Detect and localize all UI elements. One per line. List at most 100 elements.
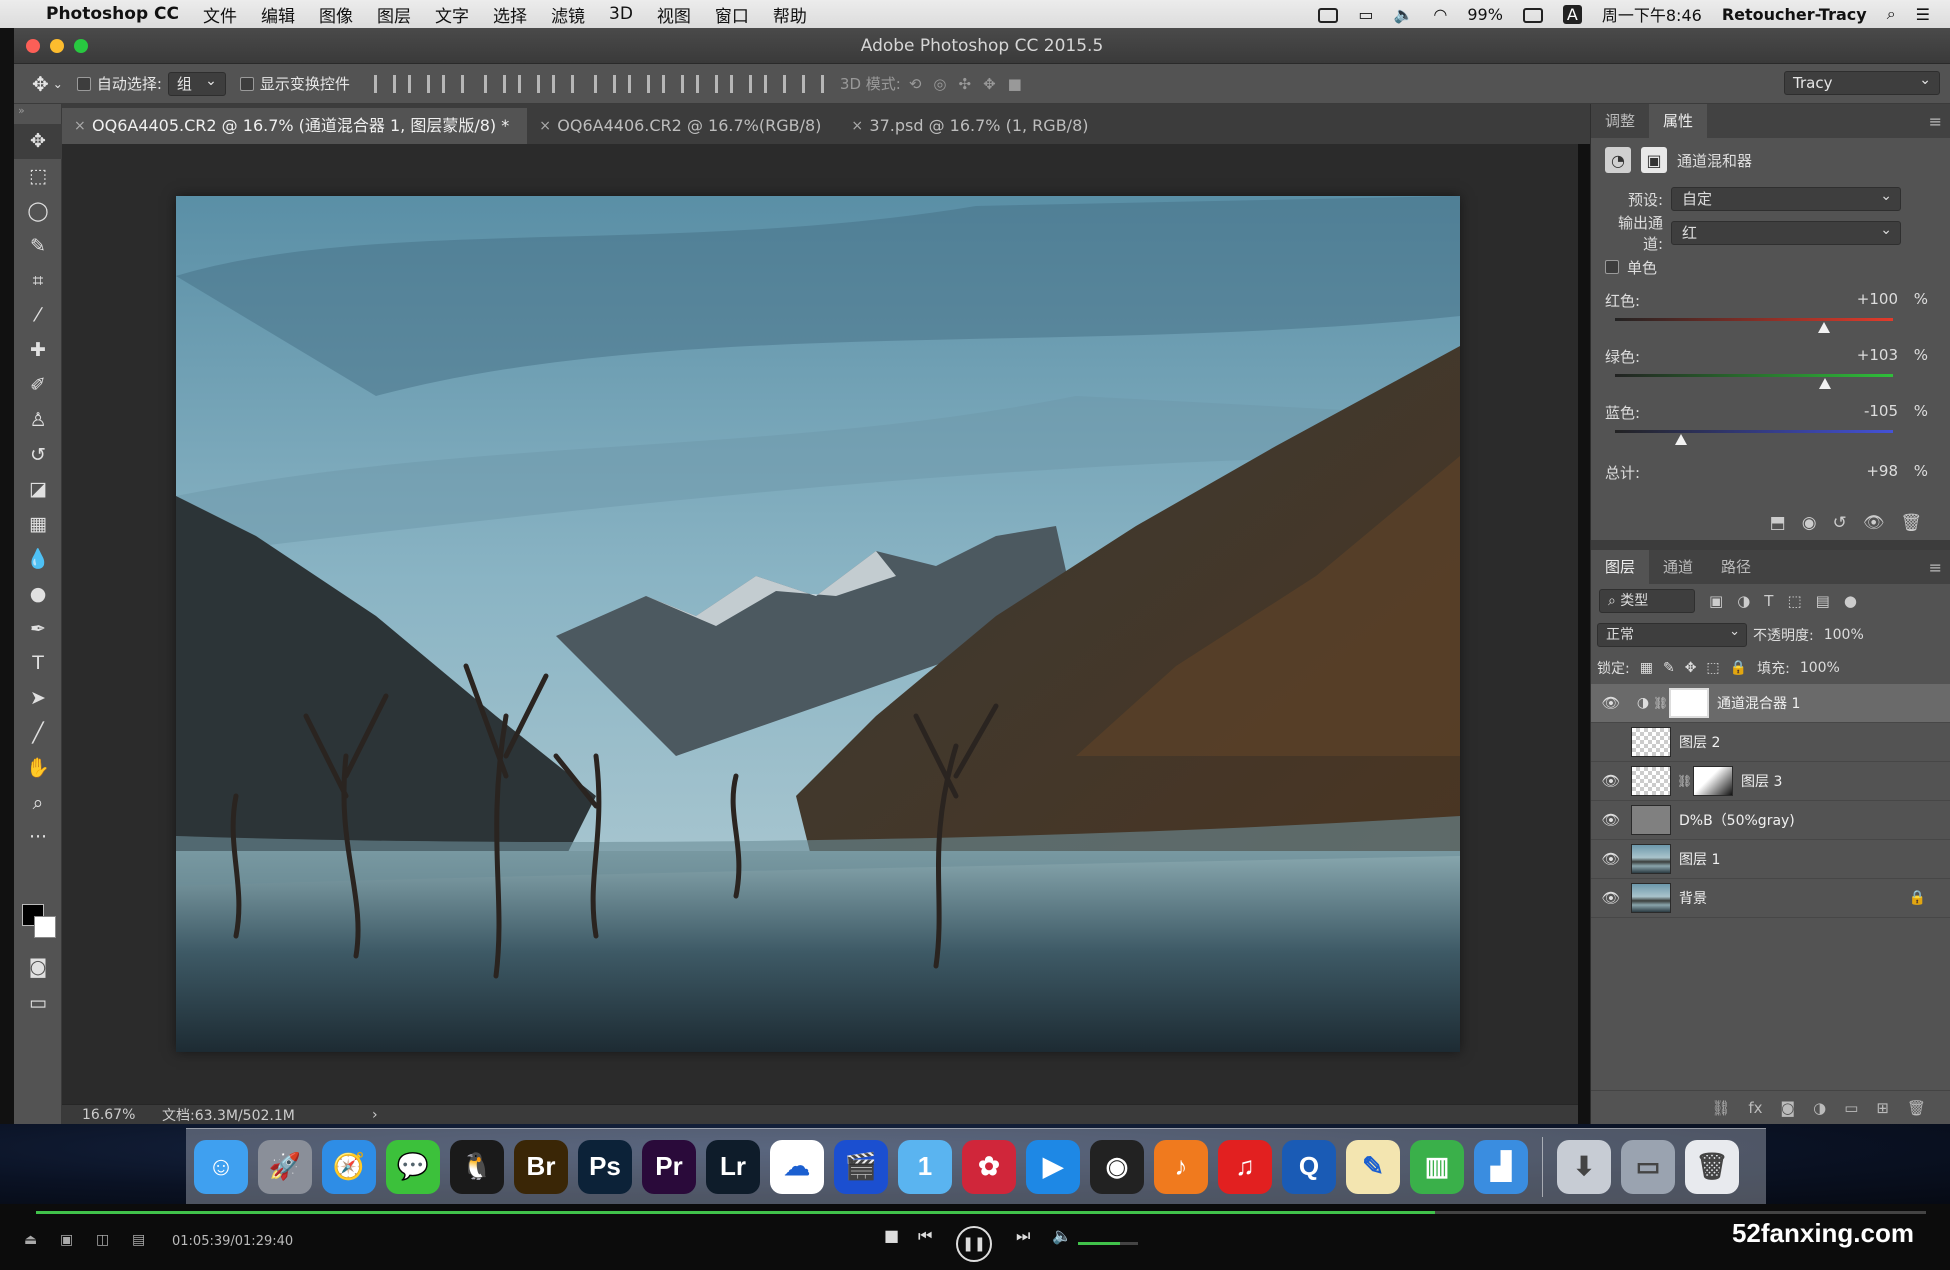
move-tool-icon[interactable]: ✥ — [14, 124, 62, 159]
blur-tool-icon[interactable]: 💧 — [14, 542, 62, 577]
screenshot-icon[interactable]: ◫ — [96, 1232, 109, 1248]
adjustment-icon[interactable]: ◔ — [1605, 147, 1631, 173]
layer-row[interactable]: 👁 图层 2 — [1591, 723, 1950, 762]
distribute-left-icon[interactable] — [695, 74, 718, 93]
crop-tool-icon[interactable]: ⌗ — [14, 263, 62, 298]
eraser-tool-icon[interactable]: ◪ — [14, 472, 62, 507]
lasso-tool-icon[interactable]: ◯ — [14, 194, 62, 229]
xiami-icon[interactable]: ♪ — [1154, 1139, 1208, 1194]
mask-icon[interactable]: ▣ — [1641, 147, 1667, 173]
distribute-bottom-icon[interactable] — [661, 74, 684, 93]
slider-thumb[interactable] — [1818, 378, 1831, 389]
volume-slider[interactable] — [1078, 1242, 1138, 1245]
path-select-tool-icon[interactable]: ➤ — [14, 681, 62, 716]
view-previous-icon[interactable]: ◉ — [1802, 513, 1817, 533]
layer-row[interactable]: 👁 图层 1 — [1591, 840, 1950, 879]
menu-layer[interactable]: 图层 — [377, 2, 411, 27]
visibility-eye-icon[interactable]: 👁 — [1591, 733, 1631, 751]
filter-toggle-icon[interactable]: ● — [1844, 592, 1857, 610]
input-method[interactable]: A — [1562, 4, 1582, 24]
background-color[interactable] — [34, 916, 56, 938]
brush-tool-icon[interactable]: ✐ — [14, 368, 62, 403]
filter-smart-object-icon[interactable]: ▤ — [1816, 592, 1830, 610]
preset-dropdown[interactable]: 自定 — [1671, 185, 1901, 211]
visibility-eye-icon[interactable]: 👁 — [1591, 811, 1631, 829]
blend-mode-dropdown[interactable]: 正常 — [1597, 621, 1747, 647]
layer-row[interactable]: 👁 ⛓ 图层 3 — [1591, 762, 1950, 801]
menu-filter[interactable]: 滤镜 — [551, 2, 585, 27]
qq-icon[interactable]: 🐧 — [450, 1139, 504, 1194]
layer-mask-thumbnail[interactable] — [1669, 688, 1709, 718]
3d-roll-icon[interactable]: ◎ — [933, 75, 946, 93]
output-channel-dropdown[interactable]: 红 — [1671, 219, 1901, 245]
align-bottom-icon[interactable] — [441, 74, 464, 93]
slider-track[interactable] — [1615, 374, 1893, 377]
opacity-input[interactable]: 100% — [1820, 624, 1884, 646]
lock-all-icon[interactable]: 🔒 — [1730, 660, 1747, 676]
screen-capture-icon[interactable]: ▭ — [1621, 1139, 1675, 1194]
lock-position-icon[interactable]: ✥ — [1685, 660, 1697, 676]
slider-value-input[interactable]: +100 — [1857, 290, 1898, 308]
downloads-folder-icon[interactable]: ⬇ — [1557, 1139, 1611, 1194]
panel-menu-icon[interactable]: ≡ — [1929, 558, 1942, 577]
quicktime-icon[interactable]: Q — [1282, 1139, 1336, 1194]
screen-record-icon[interactable] — [1318, 5, 1339, 24]
filter-adjustment-icon[interactable]: ◑ — [1737, 592, 1750, 610]
baidu-netdisk-icon[interactable]: ☁ — [770, 1139, 824, 1194]
status-menu-icon[interactable]: › — [372, 1107, 378, 1123]
hand-tool-icon[interactable]: ✋ — [14, 750, 62, 785]
close-tab-icon[interactable]: × — [539, 108, 551, 144]
tab-paths[interactable]: 路径 — [1707, 550, 1765, 584]
slider-value-input[interactable]: +103 — [1857, 346, 1898, 364]
eyedropper-tool-icon[interactable]: ⁄ — [14, 298, 62, 333]
slider-track[interactable] — [1615, 430, 1893, 433]
airplay-icon[interactable]: ▭ — [1358, 5, 1373, 24]
menu-type[interactable]: 文字 — [435, 2, 469, 27]
filter-type-icon[interactable]: T — [1764, 592, 1773, 610]
menu-file[interactable]: 文件 — [203, 2, 237, 27]
align-top-icon[interactable] — [373, 74, 396, 93]
new-group-icon[interactable]: ▭ — [1844, 1099, 1858, 1117]
auto-select-checkbox[interactable] — [76, 76, 91, 91]
delete-layer-icon[interactable]: 🗑 — [1907, 1099, 1926, 1117]
player-icon[interactable]: ▶ — [1026, 1139, 1080, 1194]
slider-thumb[interactable] — [1675, 434, 1688, 445]
next-icon[interactable]: ⏭ — [1016, 1226, 1030, 1246]
slider-value-input[interactable]: -105 — [1864, 402, 1898, 420]
layer-thumbnail[interactable] — [1631, 727, 1671, 757]
distribute-hcenter-icon[interactable] — [729, 74, 752, 93]
document-tab[interactable]: × 37.psd @ 16.7% (1, RGB/8) — [839, 108, 1106, 144]
gradient-tool-icon[interactable]: ▦ — [14, 507, 62, 542]
visibility-eye-icon[interactable]: 👁 — [1591, 772, 1631, 790]
distribute-right-icon[interactable] — [763, 74, 786, 93]
align-vcenter-icon[interactable] — [407, 74, 430, 93]
clock[interactable]: 周一下午8:46 — [1602, 2, 1702, 26]
workspace-dropdown[interactable]: Tracy — [1784, 69, 1940, 95]
auto-align-icon[interactable] — [801, 74, 824, 93]
new-layer-icon[interactable]: ⊞ — [1876, 1099, 1889, 1117]
keynote-icon[interactable]: ▟ — [1474, 1139, 1528, 1194]
tab-layers[interactable]: 图层 — [1591, 550, 1650, 584]
layer-row[interactable]: 👁 ◑ ⛓ 通道混合器 1 — [1591, 684, 1950, 723]
delete-adjustment-icon[interactable]: 🗑 — [1900, 513, 1922, 533]
launchpad-icon[interactable]: 🚀 — [258, 1139, 312, 1194]
type-tool-icon[interactable]: T — [14, 646, 62, 681]
clone-stamp-tool-icon[interactable]: ♙ — [14, 402, 62, 437]
landscape-photo[interactable] — [176, 196, 1460, 1052]
move-tool-preset-icon[interactable]: ✥ — [32, 72, 49, 96]
auto-select-dropdown[interactable]: 组 — [167, 70, 226, 96]
close-window-button[interactable] — [26, 39, 40, 53]
menu-image[interactable]: 图像 — [319, 2, 353, 27]
menu-edit[interactable]: 编辑 — [261, 2, 295, 27]
add-mask-icon[interactable]: ◙ — [1781, 1099, 1796, 1117]
new-adjustment-icon[interactable]: ◑ — [1813, 1099, 1826, 1117]
close-tab-icon[interactable]: × — [74, 108, 86, 144]
distribute-vcenter-icon[interactable] — [627, 74, 650, 93]
layer-row[interactable]: 👁 背景 🔒 — [1591, 879, 1950, 918]
quick-select-tool-icon[interactable]: ✎ — [14, 228, 62, 263]
align-left-icon[interactable] — [483, 74, 506, 93]
reset-icon[interactable]: ↺ — [1833, 513, 1847, 533]
menu-select[interactable]: 选择 — [493, 2, 527, 27]
tab-channels[interactable]: 通道 — [1649, 550, 1707, 584]
battery-icon[interactable] — [1522, 5, 1543, 24]
